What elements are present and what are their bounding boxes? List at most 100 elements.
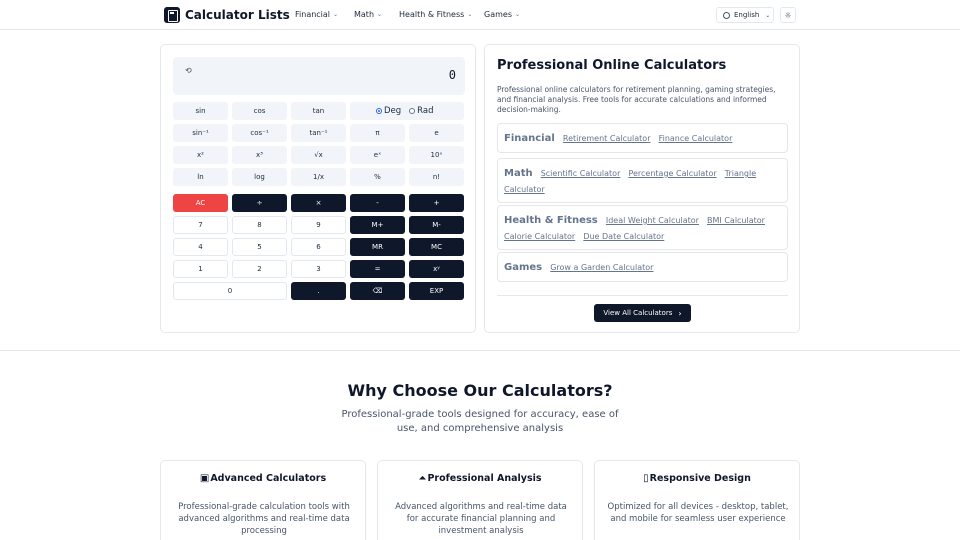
why-title: Why Choose Our Calculators? xyxy=(347,381,613,400)
nav-financial[interactable]: Financial ⌄ xyxy=(295,10,338,19)
key-ln-button[interactable]: ln xyxy=(173,168,228,186)
language-label: English xyxy=(734,11,760,19)
link-grow-a-garden-calculator[interactable]: Grow a Garden Calculator xyxy=(550,263,653,272)
feature-card-advanced-calculators: ▣ Advanced Calculators Professional-grad… xyxy=(160,460,366,540)
key-exp-button[interactable]: EXP xyxy=(409,282,464,300)
nav-label: Health & Fitness xyxy=(399,10,465,19)
chart-icon: ⏶ xyxy=(418,473,427,484)
feature-text: Optimized for all devices - desktop, tab… xyxy=(607,502,789,524)
link-due-date-calculator[interactable]: Due Date Calculator xyxy=(583,232,664,241)
category-name: Health & Fitness xyxy=(504,215,598,226)
chevron-right-icon: › xyxy=(678,308,682,318)
key-cube-button[interactable]: x³ xyxy=(232,146,287,164)
feature-title: Responsive Design xyxy=(649,473,751,484)
key-factorial-button[interactable]: n! xyxy=(409,168,464,186)
globe-icon xyxy=(723,11,730,19)
key-6-button[interactable]: 6 xyxy=(291,238,346,256)
key-9-button[interactable]: 9 xyxy=(291,216,346,234)
chevron-down-icon: ⌄ xyxy=(333,11,339,18)
logo-text: Calculator Lists xyxy=(185,8,290,22)
chevron-down-icon: ⌄ xyxy=(377,11,383,18)
language-select[interactable]: English ⌄ xyxy=(716,7,774,23)
deg-label: Deg xyxy=(384,106,402,116)
key-0-button[interactable]: 0 xyxy=(173,282,287,300)
radio-checked-icon xyxy=(376,108,382,114)
key-divide-button[interactable]: ÷ xyxy=(232,194,287,212)
key-7-button[interactable]: 7 xyxy=(173,216,228,234)
key-acos-button[interactable]: cos⁻¹ xyxy=(232,124,287,142)
link-scientific-calculator[interactable]: Scientific Calculator xyxy=(541,169,621,178)
rad-label: Rad xyxy=(417,106,434,116)
key-square-button[interactable]: x² xyxy=(173,146,228,164)
nav-label: Math xyxy=(354,10,375,19)
key-backspace-button[interactable]: ⌫ xyxy=(350,282,405,300)
view-all-label: View All Calculators xyxy=(603,309,673,317)
category-name: Math xyxy=(504,168,533,179)
key-reciprocal-button[interactable]: 1/x xyxy=(291,168,346,186)
key-decimal-button[interactable]: . xyxy=(291,282,346,300)
link-calorie-calculator[interactable]: Calorie Calculator xyxy=(504,232,575,241)
key-e-button[interactable]: e xyxy=(409,124,464,142)
key-pi-button[interactable]: π xyxy=(350,124,405,142)
key-mr-button[interactable]: MR xyxy=(350,238,405,256)
key-m-plus-button[interactable]: M+ xyxy=(350,216,405,234)
feature-text: Advanced algorithms and real-time data f… xyxy=(395,502,567,536)
key-asin-button[interactable]: sin⁻¹ xyxy=(173,124,228,142)
link-ideal-weight-calculator[interactable]: Ideal Weight Calculator xyxy=(606,216,699,225)
link-retirement-calculator[interactable]: Retirement Calculator xyxy=(563,134,651,143)
key-multiply-button[interactable]: × xyxy=(291,194,346,212)
key-3-button[interactable]: 3 xyxy=(291,260,346,278)
calculators-overview-panel: Professional Online Calculators Professi… xyxy=(484,44,800,333)
site-logo[interactable]: Calculator Lists xyxy=(164,7,290,23)
view-all-calculators-button[interactable]: View All Calculators › xyxy=(594,304,691,322)
key-tan-button[interactable]: tan xyxy=(291,102,346,120)
key-atan-button[interactable]: tan⁻¹ xyxy=(291,124,346,142)
key-sqrt-button[interactable]: √x xyxy=(291,146,346,164)
feature-card-responsive-design: ▯ Responsive Design Optimized for all de… xyxy=(594,460,800,540)
key-add-button[interactable]: + xyxy=(409,194,464,212)
chevron-down-icon: ⌄ xyxy=(467,11,473,18)
theme-toggle-button[interactable]: ☼ xyxy=(780,7,796,23)
feature-card-professional-analysis: ⏶ Professional Analysis Advanced algorit… xyxy=(377,460,583,540)
feature-title: Advanced Calculators xyxy=(210,473,327,484)
nav-games[interactable]: Games ⌄ xyxy=(484,10,520,19)
nav-label: Financial xyxy=(295,10,331,19)
key-exp-e-button[interactable]: eˣ xyxy=(350,146,405,164)
key-8-button[interactable]: 8 xyxy=(232,216,287,234)
key-cos-button[interactable]: cos xyxy=(232,102,287,120)
key-2-button[interactable]: 2 xyxy=(232,260,287,278)
key-equals-button[interactable]: = xyxy=(350,260,405,278)
rad-radio[interactable]: Rad xyxy=(409,106,434,116)
overview-title: Professional Online Calculators xyxy=(497,58,727,73)
feature-title: Professional Analysis xyxy=(427,473,542,484)
nav-math[interactable]: Math ⌄ xyxy=(354,10,382,19)
key-percent-button[interactable]: % xyxy=(350,168,405,186)
link-percentage-calculator[interactable]: Percentage Calculator xyxy=(628,169,716,178)
key-log-button[interactable]: log xyxy=(232,168,287,186)
key-5-button[interactable]: 5 xyxy=(232,238,287,256)
key-mc-button[interactable]: MC xyxy=(409,238,464,256)
category-math: Math Scientific Calculator Percentage Ca… xyxy=(497,158,788,203)
key-ac-button[interactable]: AC xyxy=(173,194,228,212)
key-pow10-button[interactable]: 10ˣ xyxy=(409,146,464,164)
key-subtract-button[interactable]: - xyxy=(350,194,405,212)
sun-icon: ☼ xyxy=(784,10,792,20)
section-divider xyxy=(0,350,960,351)
history-icon[interactable]: ⟲ xyxy=(185,66,192,75)
deg-radio[interactable]: Deg xyxy=(376,106,401,116)
feature-text: Professional-grade calculation tools wit… xyxy=(178,502,350,536)
link-finance-calculator[interactable]: Finance Calculator xyxy=(659,134,733,143)
nav-health-fitness[interactable]: Health & Fitness ⌄ xyxy=(399,10,472,19)
calculator-icon: ▣ xyxy=(199,473,210,484)
feature-heading: ⏶ Professional Analysis xyxy=(378,473,582,484)
category-health-fitness: Health & Fitness Ideal Weight Calculator… xyxy=(497,205,788,250)
key-m-minus-button[interactable]: M- xyxy=(409,216,464,234)
radio-unchecked-icon xyxy=(409,108,416,114)
key-4-button[interactable]: 4 xyxy=(173,238,228,256)
key-sin-button[interactable]: sin xyxy=(173,102,228,120)
key-power-button[interactable]: xʸ xyxy=(409,260,464,278)
link-bmi-calculator[interactable]: BMI Calculator xyxy=(707,216,765,225)
overview-description: Professional online calculators for reti… xyxy=(497,85,776,114)
key-1-button[interactable]: 1 xyxy=(173,260,228,278)
calculator-panel: ⟲ 0 Deg Rad sin cos tan sin⁻¹ cos⁻¹ tan⁻¹ π e x²… xyxy=(160,44,476,333)
